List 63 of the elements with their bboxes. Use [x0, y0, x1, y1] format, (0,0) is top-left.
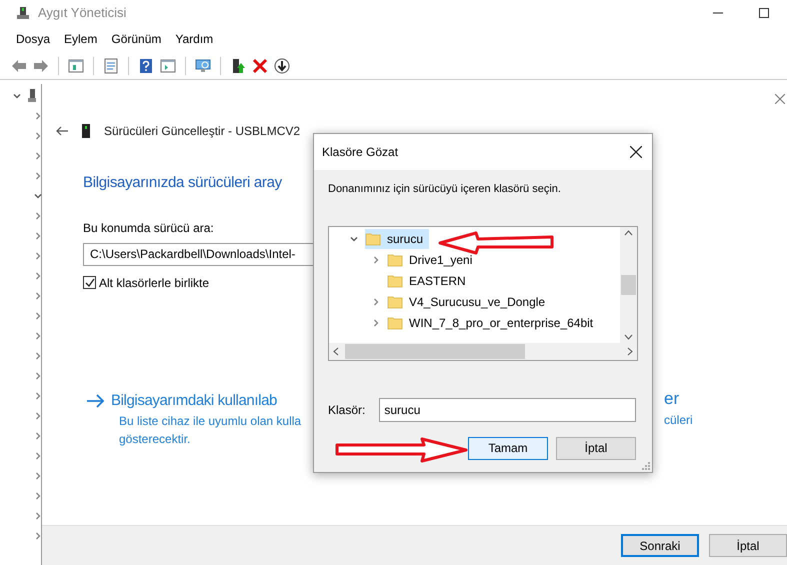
folder-icon: [387, 315, 403, 331]
usb-device-icon: [82, 124, 90, 138]
folder-icon: [387, 252, 403, 268]
folder-icon: [387, 294, 403, 310]
scroll-down-icon[interactable]: [624, 334, 633, 340]
vertical-scrollbar[interactable]: [620, 226, 637, 342]
window-title: Aygıt Yöneticisi: [38, 4, 126, 22]
device-manager-icon: [16, 6, 30, 20]
scroll-left-icon[interactable]: [333, 346, 339, 356]
panel-icon[interactable]: [67, 56, 85, 74]
help-icon[interactable]: [137, 56, 155, 74]
wizard-button[interactable]: İptal: [709, 534, 787, 557]
tree-item[interactable]: surucu: [365, 229, 430, 249]
scroll-up-icon[interactable]: [624, 230, 633, 236]
chevron-down-icon[interactable]: [33, 191, 43, 201]
folder-icon: [365, 231, 381, 247]
back-arrow-icon[interactable]: [56, 126, 68, 136]
dialog-button[interactable]: İptal: [556, 436, 636, 460]
tree-item[interactable]: V4_Surucusu_ve_Dongle: [387, 292, 550, 312]
checkbox[interactable]: [83, 276, 96, 289]
browse-link[interactable]: er: [664, 386, 680, 412]
maximize-icon[interactable]: [759, 8, 769, 18]
dialog-title: Klasöre Gözat: [322, 144, 398, 161]
menu-item[interactable]: Dosya: [16, 30, 50, 48]
chevron-right-icon[interactable]: [371, 297, 381, 307]
tree-item[interactable]: Drive1_yeni: [387, 250, 476, 270]
horizontal-scrollbar[interactable]: [329, 342, 637, 360]
computer-icon: [28, 89, 36, 103]
resize-grip-icon[interactable]: [642, 462, 650, 470]
panel-icon[interactable]: [159, 56, 177, 74]
chevron-right-icon[interactable]: [371, 255, 381, 265]
wizard-button[interactable]: Sonraki: [621, 534, 699, 557]
checkmark-icon: [84, 278, 94, 288]
instruction-text: Donanımınız için sürücüyü içeren klasörü seçin.: [327, 182, 562, 197]
chevron-right-icon[interactable]: [371, 318, 381, 328]
folder-label: Klasör:: [328, 402, 366, 418]
menu-item[interactable]: Eylem: [64, 30, 98, 48]
scroll-thumb[interactable]: [345, 344, 525, 358]
scroll-thumb[interactable]: [621, 274, 636, 294]
tree-item[interactable]: WIN_7_8_pro_or_enterprise_64bit: [387, 313, 598, 333]
description-text: cüleri: [664, 412, 693, 429]
properties-icon[interactable]: [102, 56, 120, 74]
menu-item[interactable]: Yardım: [175, 30, 214, 48]
chevron-down-icon[interactable]: [349, 234, 359, 244]
checkbox-label: Alt klasörlerle birlikte: [99, 274, 210, 292]
scroll-right-icon[interactable]: [627, 346, 633, 356]
folder-icon: [387, 273, 403, 289]
arrow-right-icon: [87, 394, 105, 408]
folder-field[interactable]: surucu: [379, 398, 636, 422]
dialog-button[interactable]: Tamam: [468, 436, 548, 460]
search-label: Bu konumda sürücü ara:: [83, 220, 215, 236]
description-text: gösterecektir.: [119, 431, 190, 448]
remove-icon[interactable]: [251, 56, 269, 74]
wizard-heading: Bilgisayarınızda sürücüleri aray: [83, 173, 282, 193]
browse-link[interactable]: Bilgisayarımdaki kullanılab: [111, 390, 277, 412]
tree-item[interactable]: EASTERN: [387, 271, 470, 291]
description-text: Bu liste cihaz ile uyumlu olan kulla: [119, 413, 302, 430]
menu-item[interactable]: Görünüm: [111, 30, 162, 48]
monitor-search-icon[interactable]: [194, 56, 212, 74]
download-circle-icon[interactable]: [273, 56, 291, 74]
close-icon[interactable]: [630, 146, 642, 158]
wizard-title: Sürücüleri Güncelleştir - USBLMCV2: [104, 123, 300, 140]
chevron-down-icon[interactable]: [12, 91, 22, 101]
